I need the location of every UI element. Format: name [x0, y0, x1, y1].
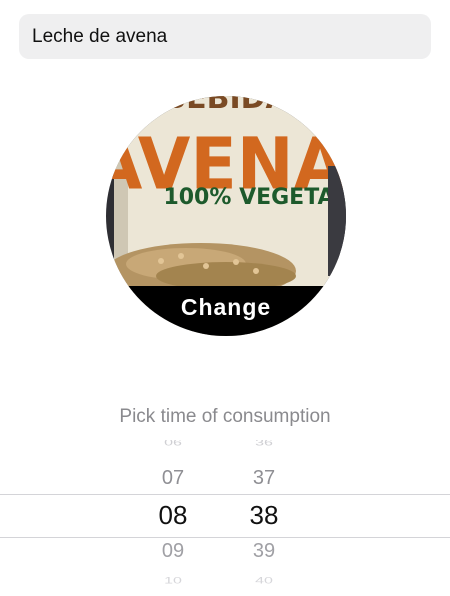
minute-option[interactable]: 40: [224, 576, 304, 587]
food-name-value: Leche de avena: [32, 25, 168, 47]
hour-option[interactable]: 09: [133, 540, 213, 563]
minute-option[interactable]: 37: [224, 467, 304, 490]
change-photo-button[interactable]: Change: [106, 286, 346, 336]
minute-selected[interactable]: 38: [224, 500, 304, 531]
minute-option[interactable]: 39: [224, 540, 304, 563]
picker-label: Pick time of consumption: [119, 406, 331, 427]
hour-selected[interactable]: 08: [133, 500, 213, 531]
carton-brand-sub: 100% VEGETAL: [163, 185, 346, 210]
food-photo[interactable]: BEBIDA AVENA 100% VEGETAL Change: [106, 96, 346, 336]
carton-brand-top: BEBIDA: [163, 96, 289, 116]
minute-option[interactable]: 36: [224, 440, 304, 448]
hour-option[interactable]: 07: [133, 467, 213, 490]
time-picker[interactable]: 06 07 08 09 10 36 37 38 39 40: [0, 440, 450, 596]
food-name-field[interactable]: Leche de avena: [19, 14, 431, 59]
hour-option[interactable]: 10: [133, 576, 213, 587]
hour-option[interactable]: 06: [133, 440, 213, 448]
